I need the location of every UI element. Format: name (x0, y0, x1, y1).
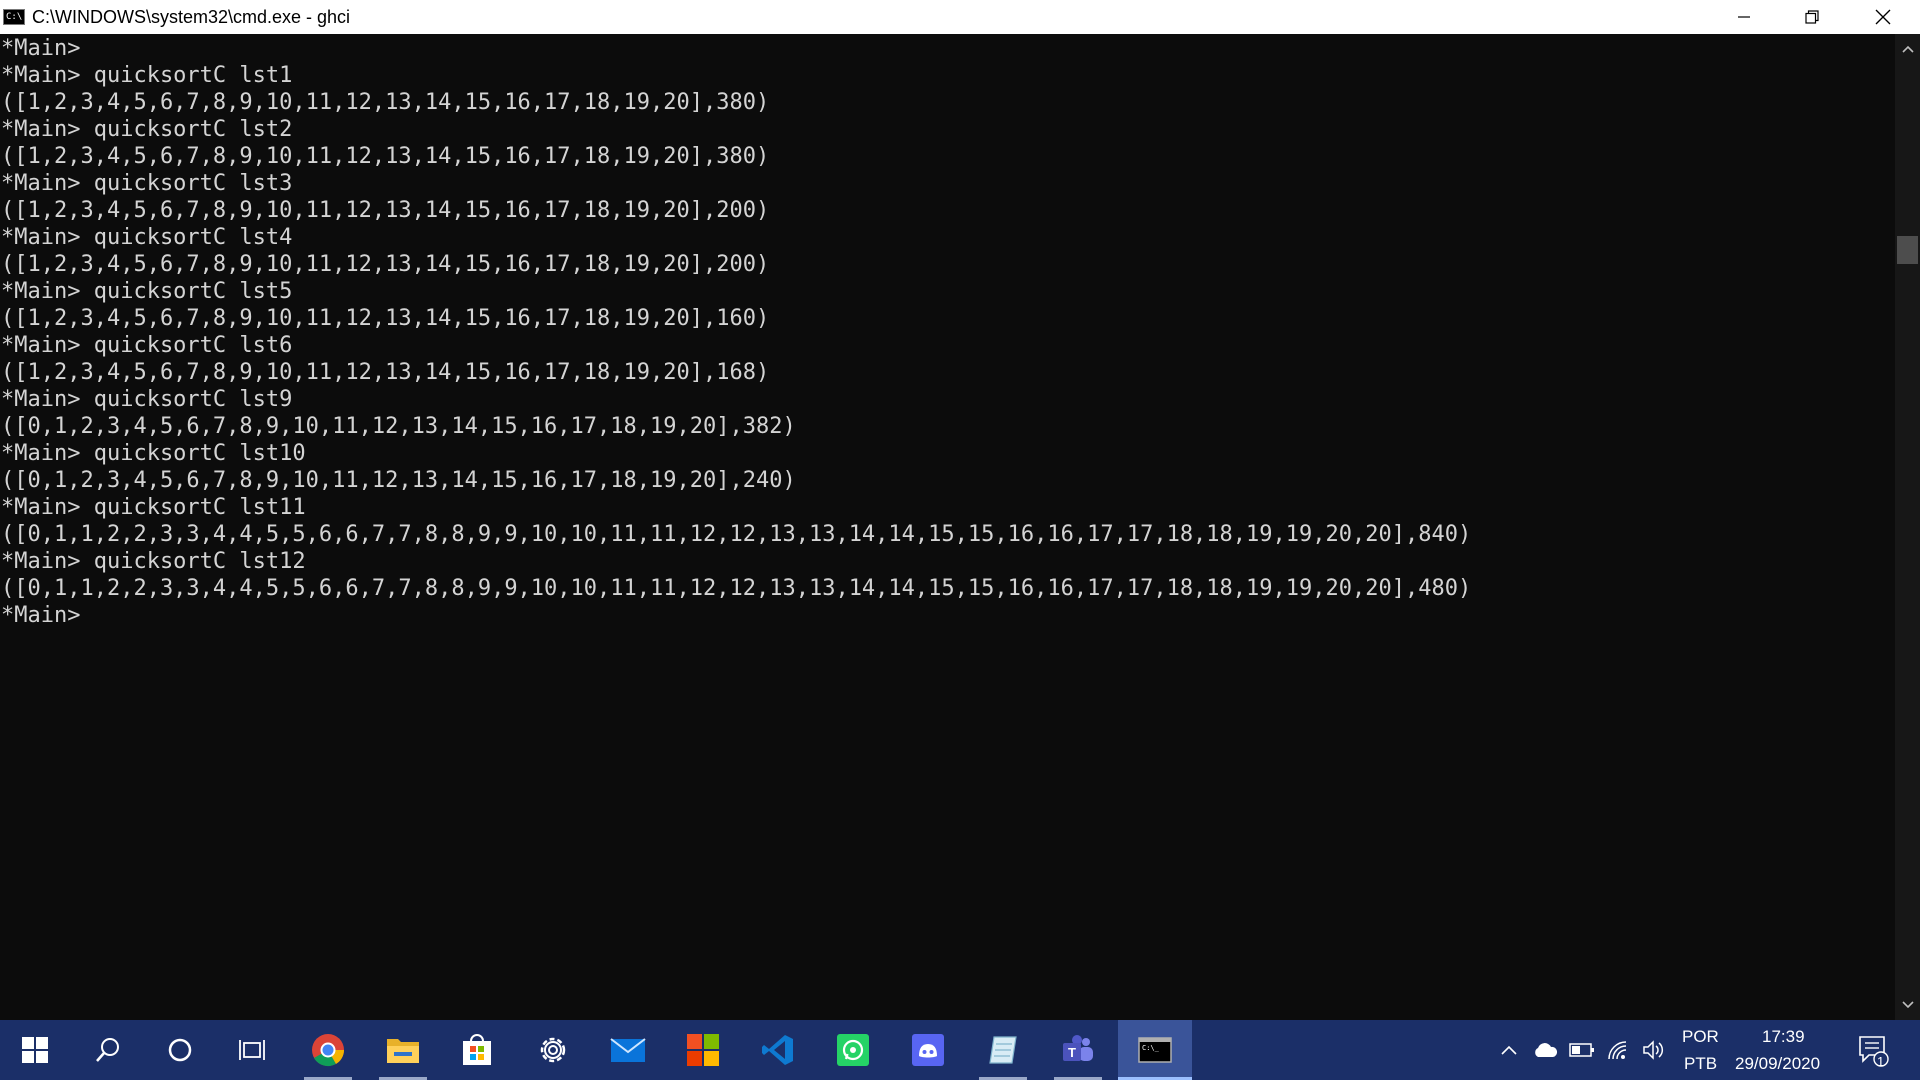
chevron-down-icon (1901, 1001, 1914, 1009)
taskbar-app-mail[interactable] (598, 1020, 658, 1080)
console-text: *Main> *Main> quicksortC lst1 ([1,2,3,4,5,… (0, 34, 1895, 629)
keyboard-layout: PTB (1684, 1054, 1718, 1073)
whatsapp-icon (837, 1034, 869, 1066)
console-line: ([1,2,3,4,5,6,7,8,9,10,11,12,13,14,15,16… (1, 306, 770, 331)
cloud-icon (1535, 1043, 1558, 1057)
vscode-icon (762, 1035, 793, 1065)
file-explorer-icon (387, 1039, 419, 1063)
console-line: ([1,2,3,4,5,6,7,8,9,10,11,12,13,14,15,16… (1, 252, 770, 277)
chrome-icon (312, 1034, 345, 1067)
cmd-icon: C:\_ (1138, 1037, 1172, 1063)
svg-text:T: T (1068, 1045, 1076, 1060)
taskbar-app-settings[interactable] (523, 1020, 583, 1080)
volume-button[interactable] (1638, 1020, 1670, 1080)
console-line: ([0,1,2,3,4,5,6,7,8,9,10,11,12,13,14,15,… (1, 414, 796, 439)
taskbar-app-office[interactable] (673, 1020, 733, 1080)
taskbar-app-store[interactable] (447, 1020, 507, 1080)
console-line: ([1,2,3,4,5,6,7,8,9,10,11,12,13,14,15,16… (1, 198, 770, 223)
start-button[interactable] (0, 1020, 70, 1080)
console-line: *Main> quicksortC lst11 (1, 495, 306, 520)
console-line: *Main> quicksortC lst6 (1, 333, 293, 358)
window-title: C:\WINDOWS\system32\cmd.exe - ghci (32, 6, 351, 27)
notification-count-badge: 1 (1877, 1054, 1885, 1069)
discord-icon (912, 1034, 944, 1066)
console-line: *Main> (1, 36, 81, 61)
console-line: *Main> quicksortC lst2 (1, 117, 293, 142)
console-line: *Main> quicksortC lst10 (1, 441, 306, 466)
windows-logo-icon (22, 1037, 48, 1063)
store-icon (463, 1034, 491, 1065)
close-button[interactable] (1846, 0, 1920, 34)
clock-time: 17:39 (1762, 1027, 1805, 1046)
taskbar-app-whatsapp[interactable] (823, 1020, 883, 1080)
console-line: ([1,2,3,4,5,6,7,8,9,10,11,12,13,14,15,16… (1, 90, 770, 115)
console-line: ([1,2,3,4,5,6,7,8,9,10,11,12,13,14,15,16… (1, 360, 770, 385)
show-desktop-button[interactable] (1902, 1020, 1920, 1080)
taskbar-app-chrome[interactable] (298, 1020, 358, 1080)
taskbar-app-vscode[interactable] (748, 1020, 808, 1080)
console-line: ([0,1,1,2,2,3,3,4,4,5,5,6,6,7,7,8,8,9,9,… (1, 576, 1472, 601)
taskbar-app-notepad[interactable] (973, 1020, 1033, 1080)
show-hidden-icons-button[interactable] (1494, 1020, 1524, 1080)
clock-button[interactable]: 17:39 29/09/2020 (1728, 1020, 1838, 1080)
minimize-icon (1738, 16, 1750, 18)
notepad-icon (989, 1036, 1017, 1064)
onedrive-button[interactable] (1528, 1020, 1562, 1080)
scroll-down-button[interactable] (1895, 990, 1920, 1020)
console-line: *Main> quicksortC lst1 (1, 63, 293, 88)
restore-button[interactable] (1778, 0, 1846, 34)
chevron-up-icon (1501, 1045, 1517, 1055)
search-icon (96, 1038, 119, 1062)
taskbar-app-discord[interactable] (898, 1020, 958, 1080)
task-view-icon (239, 1040, 265, 1060)
mail-icon (610, 1038, 646, 1062)
taskbar: T C:\_ POR PTB 17:39 29/09/2020 1 (0, 1020, 1920, 1080)
clock-date: 29/09/2020 (1735, 1054, 1821, 1073)
restore-icon (1805, 10, 1819, 24)
chevron-up-icon (1901, 45, 1914, 53)
title-bar: C:\WINDOWS\system32\cmd.exe - ghci (0, 0, 1920, 34)
action-center-button[interactable]: 1 (1848, 1020, 1898, 1080)
language-code: POR (1682, 1027, 1719, 1046)
network-button[interactable] (1602, 1020, 1634, 1080)
scroll-up-button[interactable] (1895, 34, 1920, 64)
console-output[interactable]: *Main> *Main> quicksortC lst1 ([1,2,3,4,5,… (0, 34, 1895, 1020)
scroll-thumb[interactable] (1897, 236, 1918, 264)
console-line: *Main> quicksortC lst3 (1, 171, 293, 196)
cortana-button[interactable] (150, 1020, 210, 1080)
teams-icon: T (1063, 1035, 1093, 1061)
task-view-button[interactable] (222, 1020, 282, 1080)
cortana-icon (168, 1038, 192, 1062)
svg-text:C:\_: C:\_ (1142, 1044, 1160, 1052)
console-line: ([0,1,1,2,2,3,3,4,4,5,5,6,6,7,7,8,8,9,9,… (1, 522, 1472, 547)
minimize-button[interactable] (1710, 0, 1778, 34)
battery-button[interactable] (1566, 1020, 1598, 1080)
console-line: ([0,1,2,3,4,5,6,7,8,9,10,11,12,13,14,15,… (1, 468, 796, 493)
taskbar-app-teams[interactable]: T (1048, 1020, 1108, 1080)
settings-icon (540, 1037, 566, 1063)
console-line: *Main> quicksortC lst12 (1, 549, 306, 574)
cmd-app-icon[interactable] (3, 9, 25, 25)
taskbar-app-file-explorer[interactable] (373, 1020, 433, 1080)
taskbar-app-cmd[interactable]: C:\_ (1118, 1020, 1192, 1080)
battery-icon (1569, 1043, 1594, 1057)
speaker-icon (1643, 1040, 1664, 1060)
console-line: ([1,2,3,4,5,6,7,8,9,10,11,12,13,14,15,16… (1, 144, 770, 169)
console-prompt: *Main> (1, 603, 81, 628)
search-button[interactable] (78, 1020, 138, 1080)
input-language-button[interactable]: POR PTB (1674, 1020, 1724, 1080)
close-icon (1875, 9, 1891, 25)
console-line: *Main> quicksortC lst9 (1, 387, 293, 412)
console-line: *Main> quicksortC lst4 (1, 225, 293, 250)
wifi-icon (1608, 1041, 1627, 1060)
office-icon (687, 1034, 719, 1066)
vertical-scrollbar[interactable] (1895, 34, 1920, 1020)
console-line: *Main> quicksortC lst5 (1, 279, 293, 304)
